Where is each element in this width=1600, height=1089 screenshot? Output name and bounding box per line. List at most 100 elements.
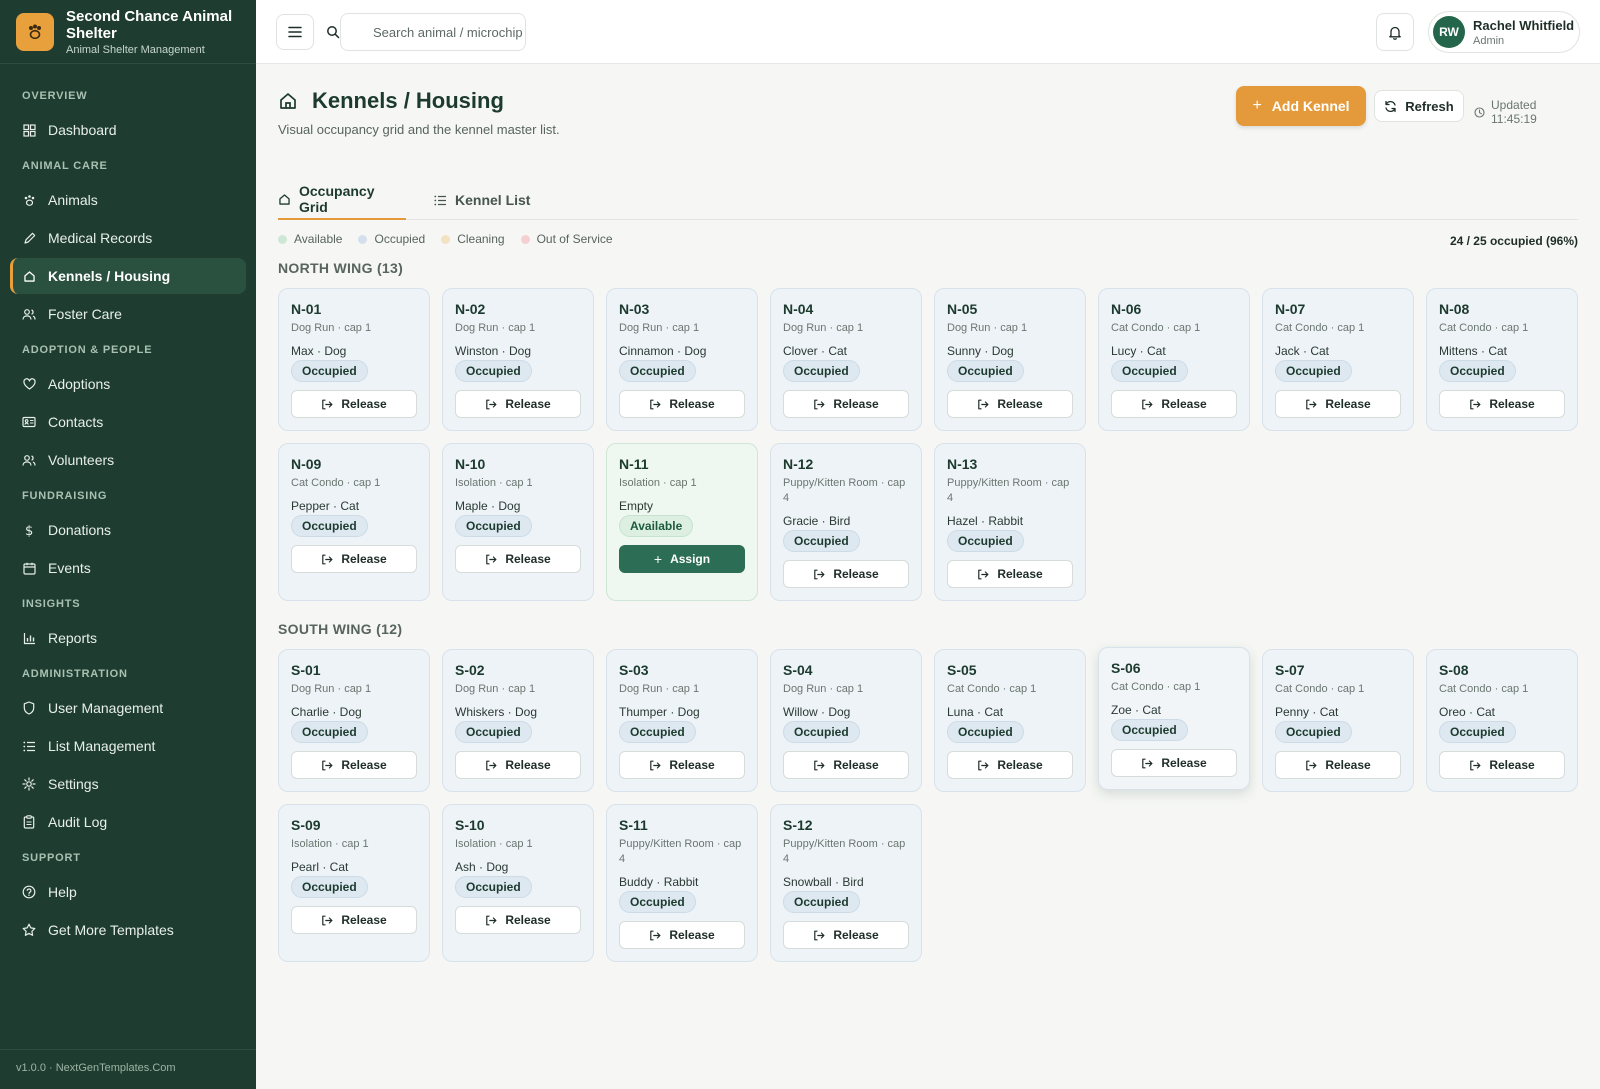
kennel-occupant: Max · Dog [291, 344, 347, 358]
kennel-card[interactable]: N-13 Puppy/Kitten Room · cap 4 Hazel · Rab… [934, 443, 1086, 601]
sidebar-item-label: User Management [48, 700, 164, 716]
release-button[interactable]: Release [783, 390, 909, 418]
release-button[interactable]: Release [291, 390, 417, 418]
search-input[interactable] [340, 13, 526, 51]
status-badge: Occupied [291, 876, 368, 898]
tab-occupancy-grid[interactable]: Occupancy Grid [278, 180, 406, 220]
sidebar-item-animals[interactable]: Animals [10, 182, 246, 218]
release-button[interactable]: Release [947, 560, 1073, 588]
kennel-card[interactable]: N-03 Dog Run · cap 1 Cinnamon · Dog Occupie… [606, 288, 758, 431]
release-button[interactable]: Release [1111, 390, 1237, 418]
kennel-card[interactable]: S-01 Dog Run · cap 1 Charlie · Dog Occupied… [278, 649, 430, 792]
sidebar-item-user-management[interactable]: User Management [10, 690, 246, 726]
updated-text: Updated 11:45:19 [1491, 98, 1537, 126]
release-button[interactable]: Release [1111, 749, 1237, 777]
tab-kennel-list[interactable]: Kennel List [434, 180, 530, 220]
sidebar-item-list-management[interactable]: List Management [10, 728, 246, 764]
menu-toggle-button[interactable] [276, 14, 314, 50]
kennel-card[interactable]: N-05 Dog Run · cap 1 Sunny · Dog Occupied Re… [934, 288, 1086, 431]
kennel-card[interactable]: S-09 Isolation · cap 1 Pearl · Cat Occupied… [278, 804, 430, 962]
kennel-id: N-12 [783, 456, 814, 472]
release-button[interactable]: Release [619, 921, 745, 949]
kennel-card[interactable]: N-01 Dog Run · cap 1 Max · Dog Occupied Rele… [278, 288, 430, 431]
kennel-card[interactable]: N-02 Dog Run · cap 1 Winston · Dog Occupied… [442, 288, 594, 431]
release-button[interactable]: Release [291, 906, 417, 934]
kennel-card[interactable]: N-09 Cat Condo · cap 1 Pepper · Cat Occupie… [278, 443, 430, 601]
page-title-text: Kennels / Housing [312, 88, 504, 113]
release-button[interactable]: Release [1439, 390, 1565, 418]
release-icon [321, 915, 333, 926]
sidebar-item-medical-records[interactable]: Medical Records [10, 220, 246, 256]
notifications-button[interactable] [1376, 13, 1414, 51]
release-button[interactable]: Release [783, 560, 909, 588]
kennel-card[interactable]: S-04 Dog Run · cap 1 Willow · Dog Occupied R… [770, 649, 922, 792]
release-button[interactable]: Release [947, 751, 1073, 779]
user-menu[interactable]: RW Rachel Whitfield Admin [1428, 11, 1580, 53]
kennel-card[interactable]: N-11 Isolation · cap 1 Empty Available + Assi… [606, 443, 758, 601]
kennel-card[interactable]: S-08 Cat Condo · cap 1 Oreo · Cat Occupied R… [1426, 649, 1578, 792]
kennel-card[interactable]: N-10 Isolation · cap 1 Maple · Dog Occupied… [442, 443, 594, 601]
release-button[interactable]: Release [291, 751, 417, 779]
sidebar-item-help[interactable]: Help [10, 874, 246, 910]
action-label: Release [341, 397, 387, 411]
sidebar-item-volunteers[interactable]: Volunteers [10, 442, 246, 478]
kennel-card[interactable]: S-02 Dog Run · cap 1 Whiskers · Dog Occupie… [442, 649, 594, 792]
kennel-card[interactable]: S-10 Isolation · cap 1 Ash · Dog Occupied Re… [442, 804, 594, 962]
sidebar-item-contacts[interactable]: Contacts [10, 404, 246, 440]
sidebar-item-foster-care[interactable]: Foster Care [10, 296, 246, 332]
release-button[interactable]: Release [1439, 751, 1565, 779]
kennel-card[interactable]: S-03 Dog Run · cap 1 Thumper · Dog Occupied… [606, 649, 758, 792]
release-button[interactable]: Release [783, 751, 909, 779]
kennel-card[interactable]: N-04 Dog Run · cap 1 Clover · Cat Occupied R… [770, 288, 922, 431]
status-badge: Occupied [1439, 721, 1516, 743]
kennel-card[interactable]: S-06 Cat Condo · cap 1 Zoe · Cat Occupied Re… [1098, 647, 1250, 790]
kennel-occupant: Gracie · Bird [783, 514, 851, 528]
release-button[interactable]: Release [783, 921, 909, 949]
kennel-card[interactable]: S-11 Puppy/Kitten Room · cap 4 Buddy · Rab… [606, 804, 758, 962]
sidebar-item-audit-log[interactable]: Audit Log [10, 804, 246, 840]
kennel-card[interactable]: N-06 Cat Condo · cap 1 Lucy · Cat Occupied R… [1098, 288, 1250, 431]
release-button[interactable]: Release [619, 390, 745, 418]
release-button[interactable]: Release [1275, 751, 1401, 779]
action-label: Release [1489, 758, 1535, 772]
release-button[interactable]: Release [455, 751, 581, 779]
sidebar-item-dashboard[interactable]: Dashboard [10, 112, 246, 148]
sidebar-item-reports[interactable]: Reports [10, 620, 246, 656]
release-button[interactable]: Release [455, 906, 581, 934]
release-icon [1469, 760, 1481, 771]
kennel-card[interactable]: N-08 Cat Condo · cap 1 Mittens · Cat Occupi… [1426, 288, 1578, 431]
release-button[interactable]: Release [947, 390, 1073, 418]
sidebar-nav: Overview Dashboard Animal Care Animals Medic… [0, 64, 256, 948]
sidebar-item-donations[interactable]: $ Donations [10, 512, 246, 548]
action-label: Release [1161, 397, 1207, 411]
release-button[interactable]: Release [455, 545, 581, 573]
page-title: Kennels / Housing [278, 88, 504, 114]
sidebar-item-settings[interactable]: Settings [10, 766, 246, 802]
refresh-button[interactable]: Refresh [1374, 90, 1464, 122]
sidebar-item-get-more-templates[interactable]: Get More Templates [10, 912, 246, 948]
brand[interactable]: Second Chance Animal Shelter Animal Shel… [0, 0, 256, 64]
bell-icon [1389, 26, 1401, 40]
add-kennel-button[interactable]: + Add Kennel [1236, 86, 1366, 126]
release-button[interactable]: Release [291, 545, 417, 573]
kennel-card[interactable]: N-12 Puppy/Kitten Room · cap 4 Gracie · Bi… [770, 443, 922, 601]
kennel-card[interactable]: S-07 Cat Condo · cap 1 Penny · Cat Occupied… [1262, 649, 1414, 792]
kennel-type: Puppy/Kitten Room · cap 4 [619, 838, 742, 865]
assign-button[interactable]: + Assign [619, 545, 745, 573]
release-button[interactable]: Release [619, 751, 745, 779]
release-button[interactable]: Release [1275, 390, 1401, 418]
kennel-card[interactable]: N-07 Cat Condo · cap 1 Jack · Cat Occupied R… [1262, 288, 1414, 431]
kennel-id: S-08 [1439, 662, 1469, 678]
sidebar-item-adoptions[interactable]: Adoptions [10, 366, 246, 402]
kennel-card[interactable]: S-12 Puppy/Kitten Room · cap 4 Snowball · … [770, 804, 922, 962]
sidebar-item-label: Settings [48, 776, 99, 792]
sidebar-item-events[interactable]: Events [10, 550, 246, 586]
release-button[interactable]: Release [455, 390, 581, 418]
release-icon [813, 930, 825, 941]
sidebar-item-label: Volunteers [48, 452, 115, 468]
kennel-occupant: Jack · Cat [1275, 344, 1330, 358]
wing-title: NORTH WING (13) [278, 260, 404, 276]
sidebar-item-kennels-housing[interactable]: Kennels / Housing [10, 258, 246, 294]
kennel-card[interactable]: S-05 Cat Condo · cap 1 Luna · Cat Occupied R… [934, 649, 1086, 792]
legend-item: Available [278, 232, 342, 246]
